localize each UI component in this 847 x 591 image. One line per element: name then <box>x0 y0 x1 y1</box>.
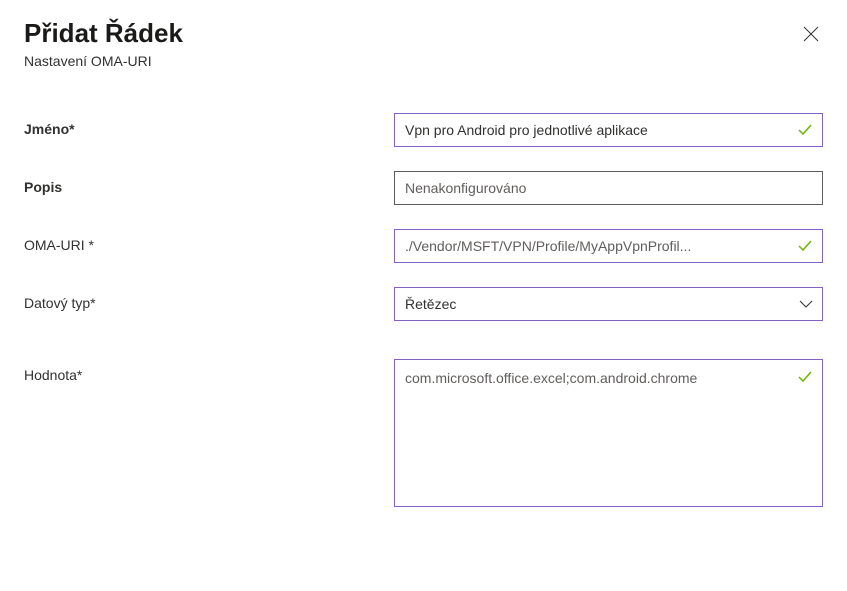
description-input[interactable] <box>394 171 823 205</box>
datatype-select[interactable]: Řetězec <box>394 287 823 321</box>
name-input[interactable] <box>394 113 823 147</box>
close-icon <box>803 26 819 42</box>
dialog-title: Přidat Řádek <box>24 18 183 49</box>
description-label: Popis <box>24 171 394 195</box>
datatype-label: Datový typ* <box>24 287 394 311</box>
value-label: Hodnota* <box>24 359 394 383</box>
omauri-input[interactable] <box>394 229 823 263</box>
omauri-label: OMA-URI * <box>24 229 394 253</box>
close-button[interactable] <box>799 22 823 49</box>
dialog-subtitle: Nastavení OMA-URI <box>24 53 823 69</box>
value-textarea[interactable]: com.microsoft.office.excel;com.android.c… <box>394 359 823 507</box>
name-label: Jméno* <box>24 113 394 137</box>
